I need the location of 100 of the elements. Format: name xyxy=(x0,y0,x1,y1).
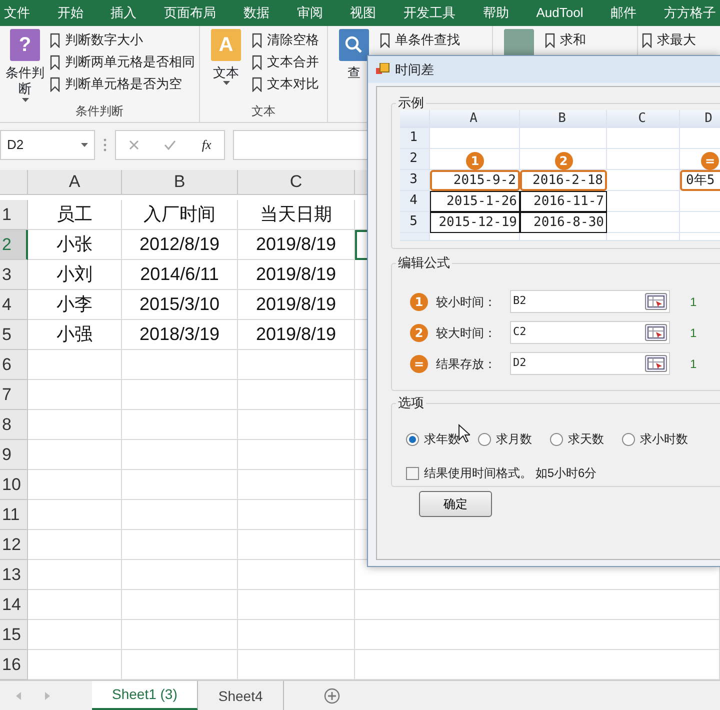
group-label: 选项 xyxy=(396,394,426,412)
table-cell: 2014/6/11 xyxy=(122,260,238,290)
ribbon-item[interactable]: 判断两单元格是否相同 xyxy=(65,52,195,72)
row-header[interactable]: 1 xyxy=(0,200,28,230)
scroll-left-icon[interactable] xyxy=(16,692,21,700)
bookmark-icon xyxy=(252,32,262,48)
menu-tab[interactable]: 插入 xyxy=(110,3,137,23)
dialog-title: 时间差 xyxy=(395,60,434,79)
name-box-value: D2 xyxy=(7,136,24,154)
table-cell: 2016-11-7 xyxy=(520,191,607,212)
radio-option[interactable]: 求年数 xyxy=(406,430,460,448)
ribbon-item[interactable]: 单条件查找 xyxy=(395,30,460,50)
row-header[interactable]: 10 xyxy=(0,470,28,500)
table-cell: 2012/8/19 xyxy=(122,230,238,260)
input-field[interactable]: C2 xyxy=(510,321,670,344)
radio-option[interactable]: 求天数 xyxy=(550,430,604,448)
row-header[interactable]: 7 xyxy=(0,380,28,410)
select-all-corner[interactable] xyxy=(0,170,28,195)
row-header[interactable]: 8 xyxy=(0,410,28,440)
row-header[interactable]: 13 xyxy=(0,560,28,590)
row-header[interactable]: 4 xyxy=(0,290,28,320)
ok-button[interactable]: 确定 xyxy=(419,491,492,517)
select-all-corner xyxy=(400,110,430,128)
step-badge: 1 xyxy=(410,292,428,310)
insert-function-button[interactable]: fx xyxy=(202,135,212,155)
ribbon-item[interactable]: 判断数字大小 xyxy=(65,30,143,50)
menu-tab[interactable]: AudTool xyxy=(536,3,584,23)
table-cell: 2015-1-26 xyxy=(430,191,520,212)
row-header[interactable]: 2 xyxy=(0,230,28,260)
add-sheet-icon[interactable] xyxy=(324,688,340,704)
menu-tab[interactable]: 方方格子 xyxy=(664,3,716,23)
bookmark-icon xyxy=(545,32,555,48)
menu-tab[interactable]: 开发工具 xyxy=(404,3,456,23)
field-label: 结果存放： xyxy=(436,356,497,372)
ribbon-item[interactable]: 求最大 xyxy=(657,30,696,50)
group-label: 编辑公式 xyxy=(396,254,452,272)
step-badge: 2 xyxy=(554,152,572,170)
input-field[interactable]: D2 xyxy=(510,352,670,375)
cancel-icon[interactable] xyxy=(128,140,139,150)
row-header[interactable]: 12 xyxy=(0,530,28,560)
row-header[interactable]: 15 xyxy=(0,620,28,650)
menu-tab[interactable]: 帮助 xyxy=(482,3,509,23)
column-header[interactable]: C xyxy=(238,170,355,195)
radio-option[interactable]: 求小时数 xyxy=(622,430,688,448)
app-icon xyxy=(376,63,390,76)
row-header xyxy=(400,233,430,241)
table-cell: 员工 xyxy=(28,200,122,230)
menu-tab[interactable]: 开始 xyxy=(57,3,84,23)
ribbon-big-button[interactable]: 文本 xyxy=(206,65,246,82)
ribbon-item[interactable]: 判断单元格是否为空 xyxy=(65,74,182,94)
table-cell: 2015/3/10 xyxy=(122,290,238,320)
table-cell: 2019/8/19 xyxy=(238,230,355,260)
check-icon[interactable] xyxy=(164,140,176,150)
ribbon-item[interactable]: 文本合并 xyxy=(267,52,319,72)
input-field[interactable]: B2 xyxy=(510,290,670,313)
row-header[interactable]: 3 xyxy=(0,260,28,290)
menu-tab[interactable]: 页面布局 xyxy=(164,3,216,23)
range-select-button[interactable] xyxy=(645,293,667,310)
ribbon-item[interactable]: 文本对比 xyxy=(267,74,319,94)
table-cell: 2019/8/19 xyxy=(238,320,355,350)
menu-tab[interactable]: 审阅 xyxy=(296,3,323,23)
menu-tab[interactable]: 视图 xyxy=(350,3,376,23)
row-header: 3 xyxy=(400,170,430,191)
bookmark-icon xyxy=(252,76,262,92)
step-badge: = xyxy=(701,152,719,170)
menu-tab[interactable]: 文件 xyxy=(4,3,30,23)
table-cell: 小刘 xyxy=(28,260,122,290)
column-header[interactable]: A xyxy=(28,170,122,195)
table-cell: 2018/3/19 xyxy=(122,320,238,350)
range-select-button[interactable] xyxy=(645,324,667,341)
book-icon: ? xyxy=(10,29,40,61)
sheet-tab[interactable]: Sheet4 xyxy=(198,681,284,710)
name-box[interactable]: D2 xyxy=(0,130,95,160)
column-header[interactable]: B xyxy=(122,170,238,195)
menu-tab[interactable]: 数据 xyxy=(243,3,270,23)
group-label: 示例 xyxy=(396,94,426,112)
range-select-button[interactable] xyxy=(645,355,667,372)
ribbon-item[interactable]: 清除空格 xyxy=(267,30,319,50)
bookmark-icon xyxy=(642,32,652,48)
ribbon-item[interactable]: 求和 xyxy=(560,30,586,50)
row-header[interactable]: 6 xyxy=(0,350,28,380)
table-cell: 2015-12-19 xyxy=(430,212,520,233)
row-header[interactable]: 5 xyxy=(0,320,28,350)
checkbox-option[interactable]: 结果使用时间格式。 如5小时6分 xyxy=(406,464,720,482)
caret-icon xyxy=(81,143,88,147)
field-value: B2 xyxy=(513,293,526,310)
scroll-right-icon[interactable] xyxy=(45,692,50,700)
row-header[interactable]: 14 xyxy=(0,590,28,620)
column-header: A xyxy=(430,110,520,128)
sheet-tab[interactable]: Sheet1 (3) xyxy=(92,681,198,710)
row-header[interactable]: 9 xyxy=(0,440,28,470)
row-header: 1 xyxy=(400,128,430,149)
radio-option[interactable]: 求月数 xyxy=(478,430,532,448)
row-header[interactable]: 16 xyxy=(0,650,28,680)
row-header[interactable]: 11 xyxy=(0,500,28,530)
bookmark-icon xyxy=(252,54,262,70)
ribbon-big-button[interactable]: 查 xyxy=(334,65,374,82)
menu-tab[interactable]: 邮件 xyxy=(610,3,637,23)
ribbon-big-button[interactable]: 条件判断 xyxy=(5,65,45,98)
field-label: 较小时间： xyxy=(436,294,497,310)
